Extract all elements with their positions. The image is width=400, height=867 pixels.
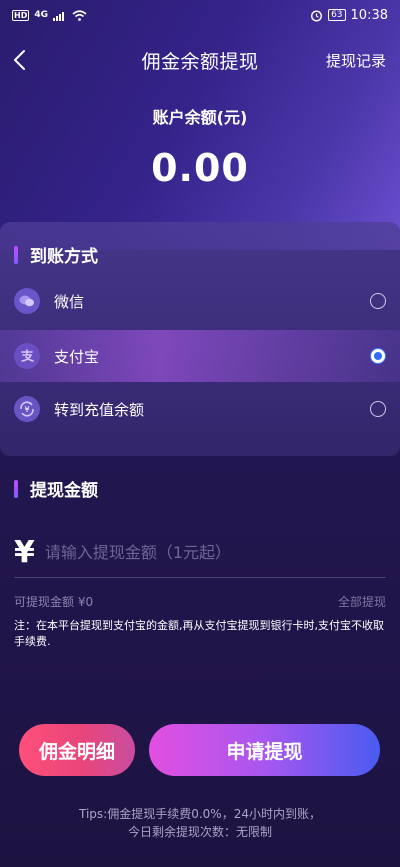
radio-wechat[interactable]: [370, 293, 386, 309]
tips: Tips:佣金提现手续费0.0%，24小时内到账， 今日剩余提现次数：无限制: [0, 805, 400, 841]
commission-detail-button[interactable]: 佣金明细: [19, 724, 135, 776]
signal-icon: [53, 11, 64, 21]
tips-line-1: Tips:佣金提现手续费0.0%，24小时内到账，: [79, 807, 321, 821]
hd-badge: HD: [12, 9, 30, 21]
payment-option-alipay[interactable]: 支付宝: [0, 330, 400, 382]
status-right: 63 10:38: [310, 8, 388, 23]
tips-line-2: 今日剩余提现次数：无限制: [127, 825, 272, 839]
balance-label: 账户余额(元): [152, 108, 248, 127]
payment-section-title: 到账方式: [30, 247, 98, 267]
amount-section-header: 提现金额: [14, 476, 98, 501]
payment-option-label: 转到充值余额: [54, 400, 145, 419]
amount-input[interactable]: [44, 543, 386, 562]
available-amount: 可提现金额 ¥0: [14, 595, 94, 609]
nav-bar: 佣金余额提现 提现记录: [0, 38, 400, 82]
wechat-icon: [14, 288, 40, 314]
battery-icon: 63: [328, 9, 346, 21]
apply-withdraw-button[interactable]: 申请提现: [149, 724, 380, 776]
recharge-icon: ¥: [14, 396, 40, 422]
payment-option-label: 微信: [54, 292, 85, 311]
withdraw-all-button[interactable]: 全部提现: [338, 593, 386, 610]
radio-alipay[interactable]: [370, 348, 386, 364]
network-type: 4G: [34, 10, 48, 20]
payment-option-recharge-balance[interactable]: ¥ 转到充值余额: [0, 383, 400, 435]
radio-recharge-balance[interactable]: [370, 401, 386, 417]
page-title: 佣金余额提现: [141, 50, 259, 73]
alipay-icon: [14, 343, 40, 369]
wifi-icon: [72, 9, 87, 21]
svg-text:¥: ¥: [24, 405, 29, 414]
balance-value: 0.00: [151, 146, 249, 190]
withdraw-records-link[interactable]: 提现记录: [326, 50, 386, 71]
amount-field-row: ¥: [14, 528, 386, 578]
status-bar: HD 4G 63 10:38: [0, 0, 400, 30]
payment-option-wechat[interactable]: 微信: [0, 275, 400, 327]
withdraw-note: 注：在本平台提现到支付宝的金额,再从支付宝提现到银行卡时,支付宝不收取手续费.: [14, 619, 384, 648]
chevron-left-icon: [14, 50, 25, 70]
back-button[interactable]: [10, 46, 34, 74]
payment-section-header: 到账方式: [14, 242, 98, 267]
alarm-icon: [311, 9, 323, 22]
status-left: HD 4G: [12, 9, 87, 21]
payment-method-card: 到账方式 微信 支付宝 ¥ 转到充值余额: [0, 222, 400, 456]
clock-time: 10:38: [350, 7, 388, 23]
available-row: 可提现金额 ¥0 全部提现: [14, 593, 386, 610]
amount-section-title: 提现金额: [30, 481, 98, 501]
payment-option-label: 支付宝: [54, 347, 100, 366]
section-bar: [14, 479, 18, 498]
section-bar: [14, 245, 18, 264]
currency-symbol: ¥: [14, 535, 35, 570]
